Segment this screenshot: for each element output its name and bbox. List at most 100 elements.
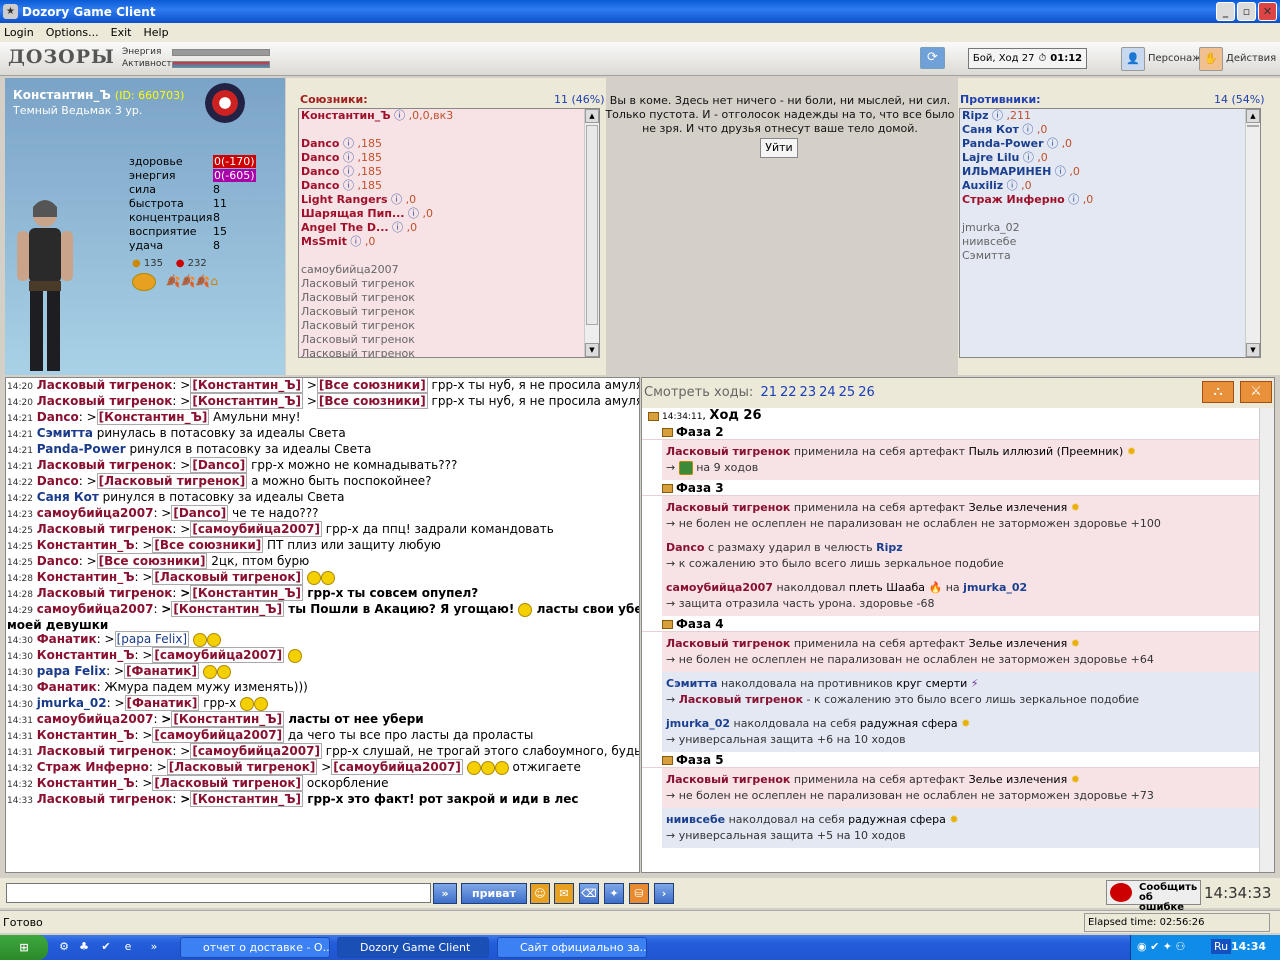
refresh-icon[interactable]: ⟳ [920, 47, 945, 69]
chat-author[interactable]: Ласковый тигренок [37, 378, 173, 392]
trade-icon[interactable]: ⛁ [629, 883, 649, 904]
phase-header[interactable]: Фаза 3 [642, 480, 1262, 496]
player-name[interactable]: MsSmit [301, 235, 347, 248]
player-name[interactable]: Panda-Power [962, 137, 1044, 150]
player-name[interactable]: Ripz [962, 109, 989, 122]
allies-scrollbar[interactable]: ▲ ▼ [584, 109, 599, 357]
chat-target-link[interactable]: [самоубийца2007] [152, 647, 285, 663]
dead-player-row[interactable]: jmurka_02 [960, 221, 1260, 235]
dead-player-row[interactable]: Ласковый тигренок [299, 291, 599, 305]
player-row[interactable]: Angel The D... ⓘ ,0 [299, 221, 599, 235]
chat-author[interactable]: Ласковый тигренок [37, 458, 173, 472]
send-button[interactable]: » [433, 883, 457, 904]
dead-player-row[interactable]: самоубийца2007 [299, 263, 599, 277]
quick-icon[interactable]: e [120, 939, 136, 955]
info-icon[interactable]: ⓘ [1007, 179, 1018, 192]
chat-author[interactable]: Danco [37, 554, 79, 568]
task-item[interactable]: Сайт официально за... [497, 937, 647, 958]
player-name[interactable]: Danco [301, 179, 339, 192]
move-link[interactable]: 24 [819, 385, 836, 400]
menu-help[interactable]: Help [143, 26, 168, 39]
persona-icon[interactable]: 👤 [1121, 47, 1145, 71]
chat-author[interactable]: Ласковый тигренок [37, 586, 173, 600]
quick-icon[interactable]: ⚙ [56, 939, 72, 955]
dead-player-row[interactable]: Сэмитта [960, 249, 1260, 263]
player-name[interactable]: Lajre Lilu [962, 151, 1019, 164]
task-item[interactable]: отчет о доставке - О... [180, 937, 330, 958]
chat-author[interactable]: Фанатик [37, 680, 97, 694]
player-row[interactable]: Шарящая Пип... ⓘ ,0 [299, 207, 599, 221]
chat-author[interactable]: Panda-Power [37, 442, 126, 456]
info-icon[interactable]: ⓘ [350, 235, 361, 248]
clear-icon[interactable]: ⌫ [579, 883, 599, 904]
task-item-active[interactable]: Dozory Game Client [337, 937, 489, 958]
chat-target-link[interactable]: [самоубийца2007] [152, 727, 285, 743]
player-row[interactable]: Danco ⓘ ,185 [299, 179, 599, 193]
forward-icon[interactable]: › [654, 883, 674, 904]
leave-button[interactable]: Уйти [760, 138, 798, 158]
chat-author[interactable]: Danco [37, 474, 79, 488]
language-indicator[interactable]: Ru [1211, 939, 1232, 954]
chat-author[interactable]: Ласковый тигренок [37, 394, 173, 408]
menu-login[interactable]: Login [4, 26, 34, 39]
chat-target-link[interactable]: [Все союзники] [316, 393, 428, 409]
info-icon[interactable]: ⓘ [1068, 193, 1079, 206]
chat-author[interactable]: Ласковый тигренок [37, 792, 173, 806]
info-icon[interactable]: ⓘ [392, 221, 403, 234]
player-name[interactable]: ИЛЬМАРИНЕН [962, 165, 1051, 178]
chat-author[interactable]: Константин_Ъ [37, 570, 135, 584]
collapse-icon[interactable] [662, 620, 673, 629]
info-icon[interactable]: ⓘ [992, 109, 1003, 122]
items-icon[interactable]: 🍂🍂🍂⌂ [166, 274, 218, 288]
info-icon[interactable]: ⓘ [343, 165, 354, 178]
enemies-scrollbar[interactable]: ▲ ▼ [1245, 109, 1260, 357]
player-row[interactable]: Danco ⓘ ,185 [299, 137, 599, 151]
chat-author[interactable]: Константин_Ъ [37, 538, 135, 552]
dead-player-row[interactable]: ниивсебе [960, 235, 1260, 249]
player-row[interactable]: Страж Инферно ⓘ ,0 [960, 193, 1260, 207]
chat-author[interactable]: Фанатик [37, 632, 97, 646]
chat-target-link[interactable]: [Константин_Ъ] [190, 393, 304, 409]
chat-target-link[interactable]: [Константин_Ъ] [96, 409, 210, 425]
chat-author[interactable]: Константин_Ъ [37, 728, 135, 742]
move-link[interactable]: 21 [760, 385, 777, 400]
chat-author[interactable]: Константин_Ъ [37, 648, 135, 662]
chat-author[interactable]: Ласковый тигренок [37, 744, 173, 758]
dead-player-row[interactable]: Ласковый тигренок [299, 333, 599, 347]
coins-icon[interactable] [132, 273, 156, 291]
phase-header[interactable]: Фаза 5 [642, 752, 1262, 768]
menu-exit[interactable]: Exit [111, 26, 132, 39]
close-button[interactable]: ✕ [1258, 2, 1277, 21]
player-name[interactable]: Danco [301, 137, 339, 150]
chat-target-link[interactable]: [Все союзники] [96, 553, 208, 569]
magic-icon[interactable]: ✦ [604, 883, 624, 904]
chat-author[interactable]: самоубийца2007 [37, 712, 154, 726]
player-name[interactable]: Auxiliz [962, 179, 1003, 192]
chat-author[interactable]: papa Felix [37, 664, 106, 678]
chat-target-link[interactable]: [Фанатик] [124, 695, 200, 711]
info-icon[interactable]: ⓘ [343, 151, 354, 164]
chat-input[interactable] [6, 883, 431, 903]
allies-list[interactable]: Константин_Ъ ⓘ ,0,0,вк3 Danco ⓘ ,185 Danc… [298, 108, 600, 358]
dead-player-row[interactable]: Ласковый тигренок [299, 277, 599, 291]
actions-label[interactable]: Действия [1226, 53, 1276, 64]
player-name[interactable]: Константин_Ъ [301, 109, 391, 122]
chat-author[interactable]: Саня Кот [37, 490, 99, 504]
player-row[interactable] [299, 249, 599, 263]
player-row[interactable]: Danco ⓘ ,185 [299, 165, 599, 179]
info-icon[interactable]: ⓘ [1055, 165, 1066, 178]
player-row[interactable]: Lajre Lilu ⓘ ,0 [960, 151, 1260, 165]
team-view-icon[interactable]: ⛬ [1202, 381, 1234, 403]
move-link[interactable]: 23 [800, 385, 817, 400]
dead-player-row[interactable]: Ласковый тигренок [299, 347, 599, 357]
maximize-button[interactable]: ▫ [1237, 2, 1256, 21]
quick-icon[interactable]: ♣ [76, 939, 92, 955]
chat-author[interactable]: Константин_Ъ [37, 776, 135, 790]
info-icon[interactable]: ⓘ [408, 207, 419, 220]
move-link[interactable]: 22 [780, 385, 797, 400]
player-row[interactable]: MsSmit ⓘ ,0 [299, 235, 599, 249]
quick-icon[interactable]: » [146, 939, 162, 955]
chat-author[interactable]: Danco [37, 410, 79, 424]
chat-author[interactable]: Сэмитта [37, 426, 93, 440]
chat-target-link[interactable]: [Константин_Ъ] [190, 791, 304, 807]
